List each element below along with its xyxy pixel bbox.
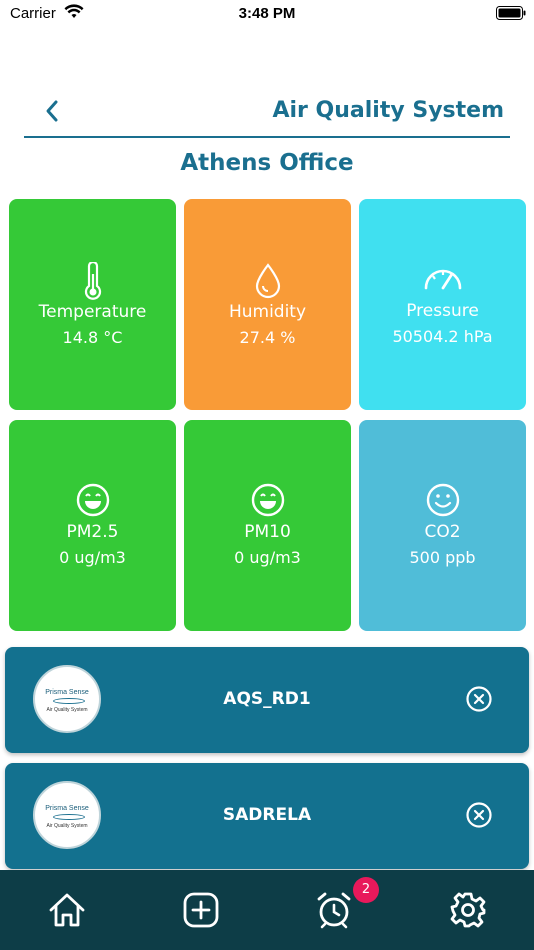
tile-pressure[interactable]: Pressure 50504.2 hPa [359,199,526,410]
app-screen: Carrier 3:48 PM Air Quality System Athen… [0,0,534,950]
device-card[interactable]: Prisma Sense Air Quality System AQS_RD1 [5,647,529,753]
thermometer-icon [9,261,176,301]
add-icon [183,892,219,928]
status-time: 3:48 PM [238,5,296,22]
tile-co2[interactable]: CO2 500 ppb [359,420,526,631]
device-name: AQS_RD1 [223,689,311,709]
nav-add-button[interactable] [179,888,223,932]
smiley-icon [9,480,176,520]
tile-pm25[interactable]: PM2.5 0 ug/m3 [9,420,176,631]
gauge-icon [359,257,526,297]
droplet-icon [184,261,351,301]
tile-label: CO2 [424,522,461,542]
battery-icon [496,6,526,20]
tile-label: Humidity [228,302,307,322]
tile-pm10[interactable]: PM10 0 ug/m3 [184,420,351,631]
page-title: Air Quality System [272,98,504,123]
status-bar: Carrier 3:48 PM [0,0,534,30]
tile-value: 50504.2 hPa [392,327,493,346]
nav-alarm-button[interactable] [312,888,356,932]
location-title: Athens Office [180,150,354,176]
tile-label: PM10 [244,522,291,542]
device-name: SADRELA [222,805,312,825]
smiley-icon [359,480,526,520]
bottom-nav [0,870,534,950]
tile-value: 0 ug/m3 [234,548,301,567]
remove-device-icon[interactable] [465,801,493,829]
tile-humidity[interactable]: Humidity 27.4 % [184,199,351,410]
chevron-left-icon[interactable] [38,96,68,126]
remove-device-icon[interactable] [465,685,493,713]
alarm-count-badge: 2 [353,877,379,903]
tile-value: 0 ug/m3 [59,548,126,567]
smiley-icon [184,480,351,520]
settings-icon [450,892,486,928]
tile-label: Pressure [406,301,479,321]
alarm-icon [317,892,351,929]
tile-value: 500 ppb [409,548,476,567]
tile-value: 14.8 °C [62,328,123,347]
tile-temperature[interactable]: Temperature 14.8 °C [9,199,176,410]
tile-label: PM2.5 [66,522,119,542]
nav-home-button[interactable] [45,888,89,932]
tile-value: 27.4 % [239,328,296,347]
header: Air Quality System [24,92,510,138]
device-card[interactable]: Prisma Sense Air Quality System SADRELA [5,763,529,869]
tile-label: Temperature [38,302,147,322]
nav-settings-button[interactable] [446,888,490,932]
home-icon [49,893,85,927]
